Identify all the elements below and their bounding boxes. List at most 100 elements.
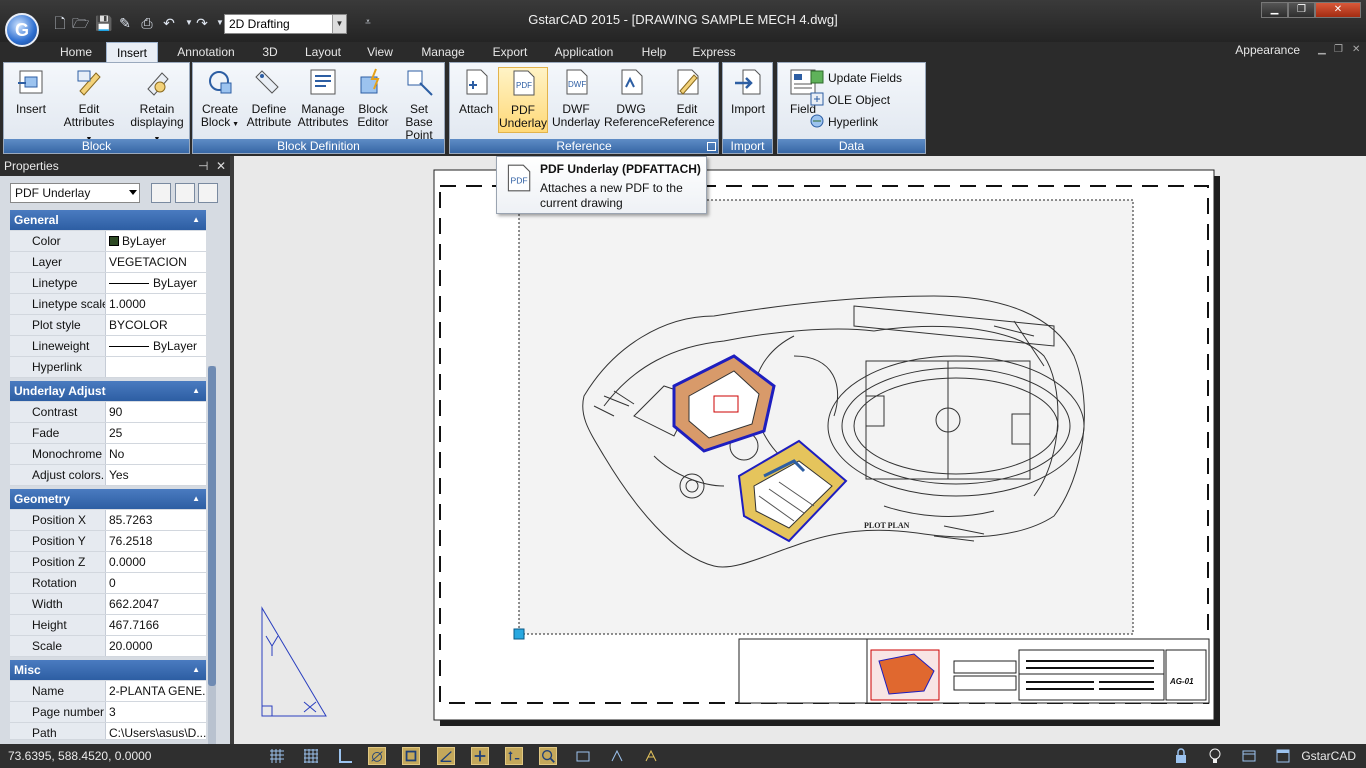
edit-reference-button[interactable]: Edit Reference xyxy=(658,67,716,133)
restore-button[interactable]: ❐ xyxy=(1288,2,1315,18)
prop-row-position-y[interactable]: Position Y 76.2518 xyxy=(10,531,206,552)
section-geometry[interactable]: Geometry xyxy=(10,489,206,509)
selection-cycling-icon[interactable] xyxy=(574,747,592,765)
prop-row-page-number[interactable]: Page number 3 xyxy=(10,702,206,723)
ole-object-button[interactable]: OLE Object xyxy=(810,91,890,109)
doc-close-icon[interactable]: ✕ xyxy=(1352,44,1360,55)
clean-screen-icon[interactable] xyxy=(1274,747,1292,765)
insert-icon xyxy=(18,70,43,94)
tab-application[interactable]: Application xyxy=(546,42,622,62)
tab-insert[interactable]: Insert xyxy=(106,42,158,62)
edit-attributes-button[interactable]: EditAttributes ▼ xyxy=(60,67,118,143)
properties-scrollbar[interactable] xyxy=(208,366,216,744)
prop-row-scale[interactable]: Scale 20.0000 xyxy=(10,636,206,657)
snap-mode-icon[interactable] xyxy=(268,747,286,765)
close-button[interactable]: ✕ xyxy=(1315,2,1361,18)
title-block: AG-01 xyxy=(738,638,1210,704)
dwg-reference-button[interactable]: DWG Reference xyxy=(604,67,659,133)
pdf-underlay-button[interactable]: PDF PDF Underlay xyxy=(498,67,548,133)
block-editor-button[interactable]: Block Editor xyxy=(353,67,393,133)
prop-row-contrast[interactable]: Contrast 90 xyxy=(10,402,206,423)
lock-icon[interactable] xyxy=(1172,747,1190,765)
block-definition-panel: Create Block ▼ Define Attribute Manage Attr… xyxy=(192,62,445,154)
annotation-visibility-icon[interactable] xyxy=(642,747,660,765)
prop-row-position-x[interactable]: Position X 85.7263 xyxy=(10,510,206,531)
prop-row-name[interactable]: Name 2-PLANTA GENE... xyxy=(10,681,206,702)
prop-row-position-z[interactable]: Position Z 0.0000 xyxy=(10,552,206,573)
pdf-underlay-frame[interactable] xyxy=(518,199,1134,635)
attach-button[interactable]: Attach xyxy=(454,67,498,133)
import-icon xyxy=(735,69,761,95)
prop-row-linetype[interactable]: Linetype ByLayer xyxy=(10,273,206,294)
hyperlink-button[interactable]: Hyperlink xyxy=(810,113,878,131)
create-block-button[interactable]: Create Block ▼ xyxy=(197,67,243,133)
tab-export[interactable]: Export xyxy=(485,42,535,62)
tab-express[interactable]: Express xyxy=(686,42,742,62)
scrollbar-thumb[interactable] xyxy=(208,366,216,686)
define-attribute-button[interactable]: Define Attribute xyxy=(245,67,293,133)
grip-handle[interactable] xyxy=(513,628,525,640)
appearance-menu[interactable]: Appearance xyxy=(1235,42,1300,58)
drawing-canvas[interactable]: PLOT PLAN AG-01 xyxy=(234,156,1366,744)
prop-row-linetype-scale[interactable]: Linetype scale 1.0000 xyxy=(10,294,206,315)
prop-row-lineweight[interactable]: Lineweight ByLayer xyxy=(10,336,206,357)
grid-display-icon[interactable] xyxy=(302,747,320,765)
section-general[interactable]: General xyxy=(10,210,206,230)
select-objects-icon[interactable] xyxy=(175,183,195,203)
prop-row-rotation[interactable]: Rotation 0 xyxy=(10,573,206,594)
section-underlay-adjust[interactable]: Underlay Adjust xyxy=(10,381,206,401)
doc-restore-icon[interactable]: ❐ xyxy=(1334,44,1343,55)
dwf-icon: DWF xyxy=(566,69,588,95)
tab-help[interactable]: Help xyxy=(634,42,674,62)
annotation-scale-icon[interactable] xyxy=(608,747,626,765)
prop-row-adjust-colors[interactable]: Adjust colors... Yes xyxy=(10,465,206,486)
prop-row-path[interactable]: Path C:\Users\asus\D... xyxy=(10,723,206,740)
prop-row-plot-style[interactable]: Plot style BYCOLOR xyxy=(10,315,206,336)
tab-home[interactable]: Home xyxy=(52,42,100,62)
close-palette-icon[interactable]: ✕ xyxy=(216,156,226,176)
polar-tracking-icon[interactable] xyxy=(368,747,386,765)
import-button[interactable]: Import xyxy=(725,67,771,133)
tab-3d[interactable]: 3D xyxy=(254,42,286,62)
app-menu-button[interactable]: G xyxy=(5,13,39,47)
tab-layout[interactable]: Layout xyxy=(296,42,350,62)
tab-view[interactable]: View xyxy=(360,42,400,62)
prop-row-fade[interactable]: Fade 25 xyxy=(10,423,206,444)
prop-row-height[interactable]: Height 467.7166 xyxy=(10,615,206,636)
dwf-underlay-button[interactable]: DWF DWF Underlay xyxy=(550,67,602,133)
dynamic-input-icon[interactable] xyxy=(505,747,523,765)
doc-minimize-icon[interactable]: ▁ xyxy=(1318,44,1326,55)
prop-row-monochrome[interactable]: Monochrome No xyxy=(10,444,206,465)
minimize-button[interactable]: ▁ xyxy=(1261,2,1288,18)
object-snap-tracking-icon[interactable] xyxy=(437,747,455,765)
plot-plan-label: PLOT PLAN xyxy=(864,521,910,530)
ribbon: Insert EditAttributes ▼ Retaindisplaying… xyxy=(0,62,1366,154)
pin-icon[interactable]: ⊣ xyxy=(198,156,208,176)
set-base-point-button[interactable]: Set Base Point xyxy=(395,67,443,142)
reference-panel: Attach PDF PDF Underlay DWF DWF Underlay D… xyxy=(449,62,719,154)
ucs-icon xyxy=(261,606,327,717)
ortho-mode-icon[interactable] xyxy=(336,747,354,765)
insert-block-button[interactable]: Insert xyxy=(8,67,54,133)
prop-row-hyperlink[interactable]: Hyperlink xyxy=(10,357,206,378)
tab-annotation[interactable]: Annotation xyxy=(168,42,244,62)
prop-row-color[interactable]: Color ByLayer xyxy=(10,231,206,252)
quick-properties-icon[interactable] xyxy=(539,747,557,765)
retain-displaying-button[interactable]: Retaindisplaying ▼ xyxy=(126,67,188,143)
quick-select-icon[interactable] xyxy=(198,183,218,203)
dynamic-ucs-icon[interactable] xyxy=(471,747,489,765)
panel-launcher-icon[interactable] xyxy=(707,142,716,151)
section-misc[interactable]: Misc xyxy=(10,660,206,680)
lightbulb-icon[interactable] xyxy=(1206,747,1224,765)
prop-row-layer[interactable]: Layer VEGETACION xyxy=(10,252,206,273)
workspace-settings-icon[interactable] xyxy=(1240,747,1258,765)
prop-row-width[interactable]: Width 662.2047 xyxy=(10,594,206,615)
object-snap-icon[interactable] xyxy=(402,747,420,765)
selection-dropdown[interactable]: PDF Underlay xyxy=(10,183,140,203)
drawing-svg[interactable]: PLOT PLAN AG-01 xyxy=(234,156,1366,744)
update-fields-button[interactable]: Update Fields xyxy=(810,69,902,87)
tab-manage[interactable]: Manage xyxy=(412,42,474,62)
toggle-pickadd-icon[interactable] xyxy=(151,183,171,203)
manage-attributes-button[interactable]: Manage Attributes xyxy=(295,67,351,133)
manage-attributes-icon xyxy=(310,69,336,95)
